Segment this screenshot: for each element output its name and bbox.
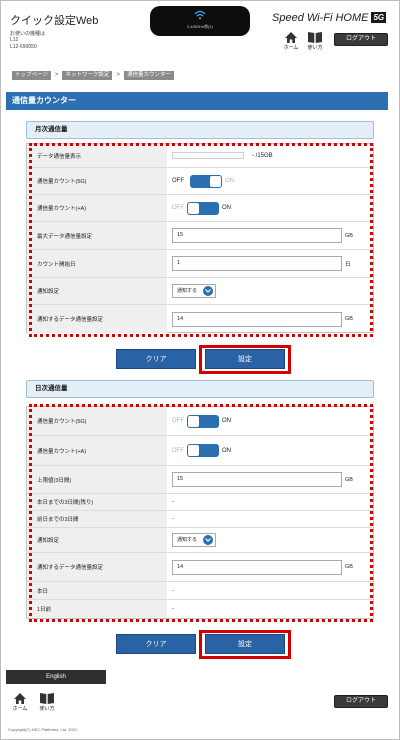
app-title: クイック設定Web bbox=[10, 15, 99, 27]
brand-name: Speed Wi-Fi HOME bbox=[272, 12, 369, 24]
device-caption: お使いの機種は bbox=[10, 31, 46, 37]
monthly-set-button[interactable]: 設定 bbox=[205, 349, 285, 369]
home-nav-label: ホーム bbox=[283, 45, 299, 51]
footer-home-button[interactable]: ホーム bbox=[8, 692, 32, 716]
highlight-box bbox=[29, 143, 373, 337]
home-nav-button[interactable]: ホーム bbox=[279, 31, 303, 55]
monthly-clear-button[interactable]: クリア bbox=[116, 349, 196, 369]
status-indicator: 2.4/5GHz帯(1) bbox=[150, 6, 250, 36]
highlight-box bbox=[29, 404, 373, 622]
status-text: 2.4/5GHz帯(1) bbox=[187, 24, 213, 29]
footer-home-label: ホーム bbox=[12, 706, 28, 712]
breadcrumb: トップページ > ネットワーク設定 > 通信量カウンター bbox=[12, 71, 178, 80]
home-icon bbox=[285, 32, 297, 43]
footer-guide-label: 使い方 bbox=[39, 706, 55, 712]
daily-set-button[interactable]: 設定 bbox=[205, 634, 285, 654]
brand-logo: Speed Wi-Fi HOME 5G bbox=[272, 12, 387, 24]
english-button[interactable]: English bbox=[6, 670, 106, 684]
breadcrumb-separator: > bbox=[54, 72, 59, 78]
book-icon bbox=[40, 693, 54, 704]
brand-5g-badge: 5G bbox=[371, 12, 387, 23]
page-title: 通信量カウンター bbox=[6, 92, 388, 110]
copyright: Copyright(C) NEC Platforms, Ltd. 2021 bbox=[8, 727, 78, 732]
breadcrumb-current: 通信量カウンター bbox=[123, 71, 174, 80]
breadcrumb-separator: > bbox=[116, 72, 120, 78]
book-icon bbox=[308, 32, 322, 43]
guide-nav-label: 使い方 bbox=[307, 45, 323, 51]
wifi-icon bbox=[194, 10, 206, 20]
footer-guide-button[interactable]: 使い方 bbox=[35, 692, 59, 716]
breadcrumb-top[interactable]: トップページ bbox=[12, 71, 51, 80]
header: クイック設定Web お使いの機種は L12 L12-690050 2.4/5GH… bbox=[0, 0, 400, 60]
breadcrumb-network[interactable]: ネットワーク設定 bbox=[62, 71, 113, 80]
daily-clear-button[interactable]: クリア bbox=[116, 634, 196, 654]
logout-button[interactable]: ログアウト bbox=[334, 33, 388, 46]
monthly-section-title: 月次通信量 bbox=[26, 121, 374, 139]
device-model: L12 bbox=[10, 37, 19, 43]
footer-logout-button[interactable]: ログアウト bbox=[334, 695, 388, 708]
guide-nav-button[interactable]: 使い方 bbox=[303, 31, 327, 55]
daily-section-title: 日次通信量 bbox=[26, 380, 374, 398]
home-icon bbox=[14, 693, 26, 704]
device-id: L12-690050 bbox=[10, 44, 37, 50]
